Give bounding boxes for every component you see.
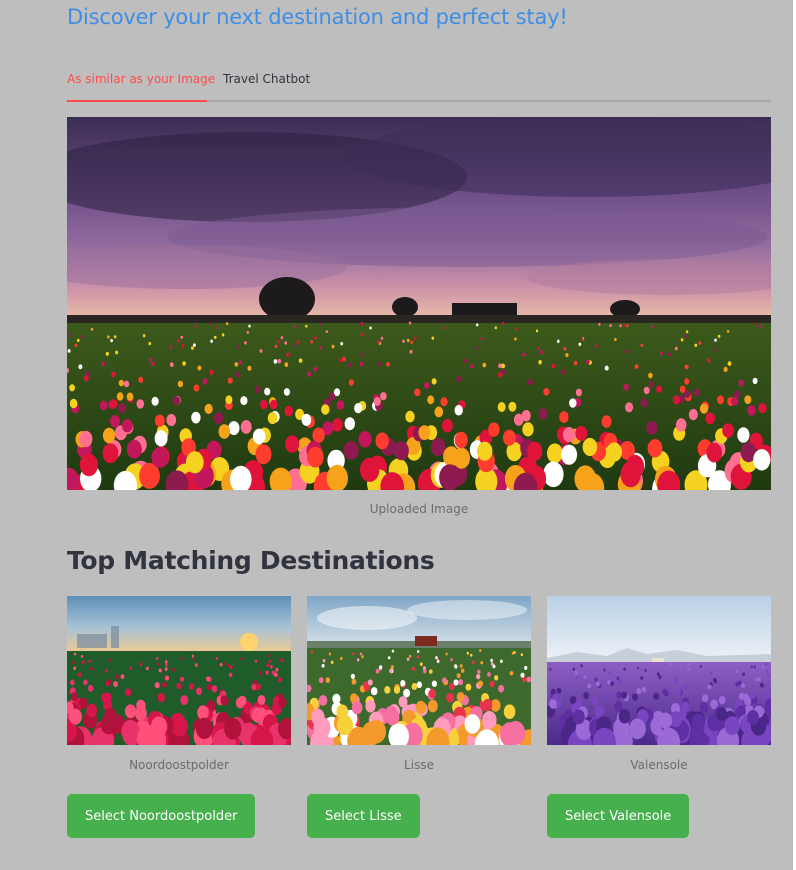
select-valensole-button[interactable]: Select Valensole — [547, 794, 690, 838]
select-lisse-button[interactable]: Select Lisse — [307, 794, 420, 838]
tab-similar-image[interactable]: As similar as your Image — [67, 70, 215, 102]
tab-bar: As similar as your Image Travel Chatbot — [67, 70, 771, 102]
destination-image-lisse — [307, 596, 531, 745]
destination-image-noordoostpolder — [67, 596, 291, 745]
section-title: Top Matching Destinations — [67, 546, 435, 575]
destination-image-valensole — [547, 596, 771, 745]
uploaded-image — [67, 117, 771, 490]
page-title: Discover your next destination and perfe… — [67, 5, 568, 29]
destination-caption: Lisse — [404, 758, 434, 772]
destination-caption: Valensole — [630, 758, 688, 772]
uploaded-image-caption: Uploaded Image — [369, 502, 469, 516]
select-noordoostpolder-button[interactable]: Select Noordoostpolder — [67, 794, 256, 838]
tab-travel-chatbot[interactable]: Travel Chatbot — [223, 70, 310, 102]
destination-caption: Noordoostpolder — [129, 758, 229, 772]
